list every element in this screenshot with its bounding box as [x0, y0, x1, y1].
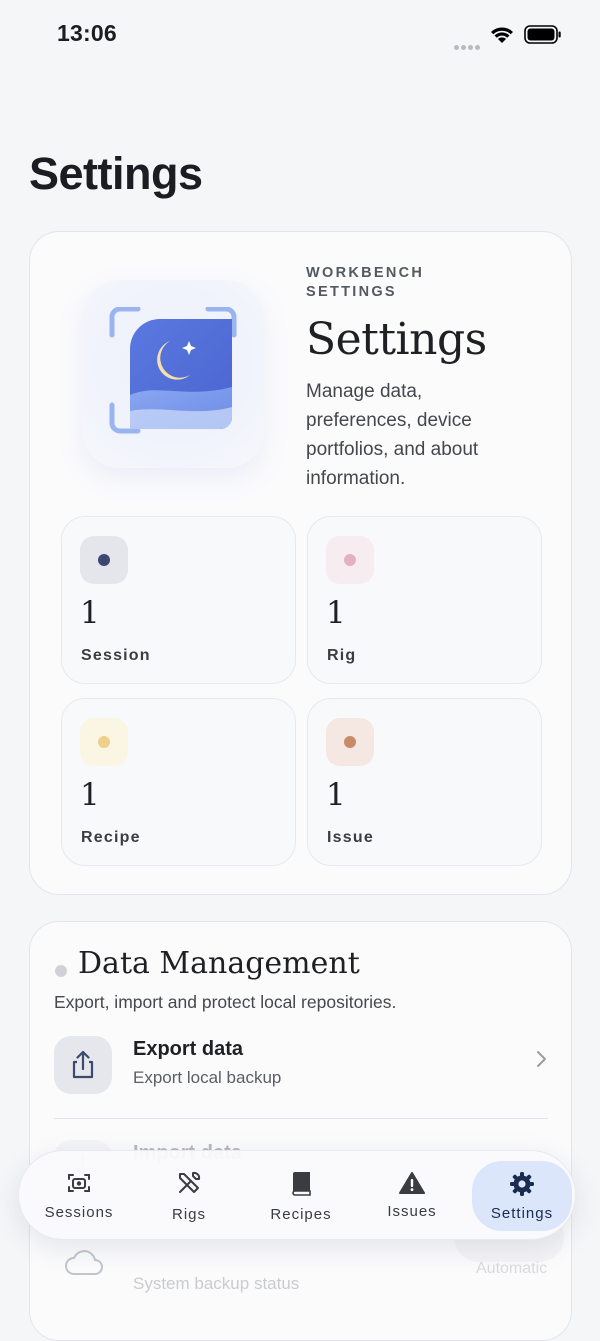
data-management-card: Data Management Export, import and prote…	[29, 921, 572, 1341]
tab-recipes[interactable]: Recipes	[251, 1161, 351, 1231]
backup-status-value: Automatic	[476, 1260, 548, 1277]
wifi-icon	[491, 27, 513, 43]
stat-card-rigs[interactable]: 1 Rig	[307, 516, 542, 684]
settings-hero-card: WORKBENCH SETTINGS Settings Manage data,…	[29, 231, 572, 895]
status-dot-icon	[344, 736, 356, 748]
section-title: Data Management	[78, 946, 360, 981]
tab-settings[interactable]: Settings	[472, 1161, 572, 1231]
warning-icon	[399, 1172, 425, 1194]
page-title: Settings	[29, 148, 203, 199]
night-landscape-icon	[109, 307, 237, 434]
section-description: Export, import and protect local reposit…	[54, 992, 397, 1012]
status-dot-icon	[98, 736, 110, 748]
stat-value: 1	[326, 777, 346, 813]
row-divider	[54, 1118, 548, 1119]
tab-label: Issues	[387, 1203, 437, 1220]
tab-sessions[interactable]: Sessions	[27, 1161, 131, 1231]
tab-bar: Sessions Rigs Recipes Issues Settings	[18, 1150, 576, 1240]
camera-icon	[68, 1174, 90, 1192]
battery-icon	[524, 25, 561, 44]
tab-label: Recipes	[270, 1206, 332, 1223]
stat-label: Session	[81, 647, 151, 664]
tab-label: Rigs	[171, 1206, 206, 1223]
row-subtitle: Export local backup	[133, 1068, 282, 1087]
tab-label: Sessions	[44, 1204, 114, 1221]
status-dot-icon	[98, 554, 110, 566]
cloud-icon	[65, 1250, 103, 1275]
stat-label: Rig	[327, 647, 357, 664]
book-icon	[292, 1172, 311, 1196]
row-icon-bg	[54, 1036, 112, 1094]
section-dot-icon	[55, 965, 67, 977]
tab-label: Settings	[490, 1205, 554, 1222]
tools-icon	[179, 1171, 201, 1193]
stat-icon-bg	[80, 536, 128, 584]
stat-card-issues[interactable]: 1 Issue	[307, 698, 542, 866]
tab-issues[interactable]: Issues	[362, 1161, 462, 1231]
share-icon	[72, 1050, 94, 1079]
stat-label: Recipe	[81, 829, 141, 846]
stat-value: 1	[326, 595, 346, 631]
stat-value: 1	[80, 595, 100, 631]
stat-icon-bg	[80, 718, 128, 766]
stat-icon-bg	[326, 536, 374, 584]
stat-card-sessions[interactable]: 1 Session	[61, 516, 296, 684]
status-time: 13:06	[57, 20, 117, 46]
tab-rigs[interactable]: Rigs	[139, 1161, 239, 1231]
stat-card-recipes[interactable]: 1 Recipe	[61, 698, 296, 866]
chevron-right-icon	[537, 1051, 546, 1067]
stat-label: Issue	[327, 829, 374, 846]
hero-description: Manage data, preferences, device portfol…	[306, 381, 479, 489]
gear-icon	[510, 1172, 534, 1196]
status-bar: 13:06	[0, 0, 600, 70]
cellular-icon	[454, 37, 482, 55]
stat-value: 1	[80, 777, 100, 813]
hero-eyebrow: WORKBENCH SETTINGS	[306, 265, 425, 300]
stat-icon-bg	[326, 718, 374, 766]
status-dot-icon	[344, 554, 356, 566]
row-title: Export data	[133, 1038, 244, 1060]
hero-title: Settings	[306, 314, 487, 365]
row-subtitle: System backup status	[133, 1274, 300, 1293]
